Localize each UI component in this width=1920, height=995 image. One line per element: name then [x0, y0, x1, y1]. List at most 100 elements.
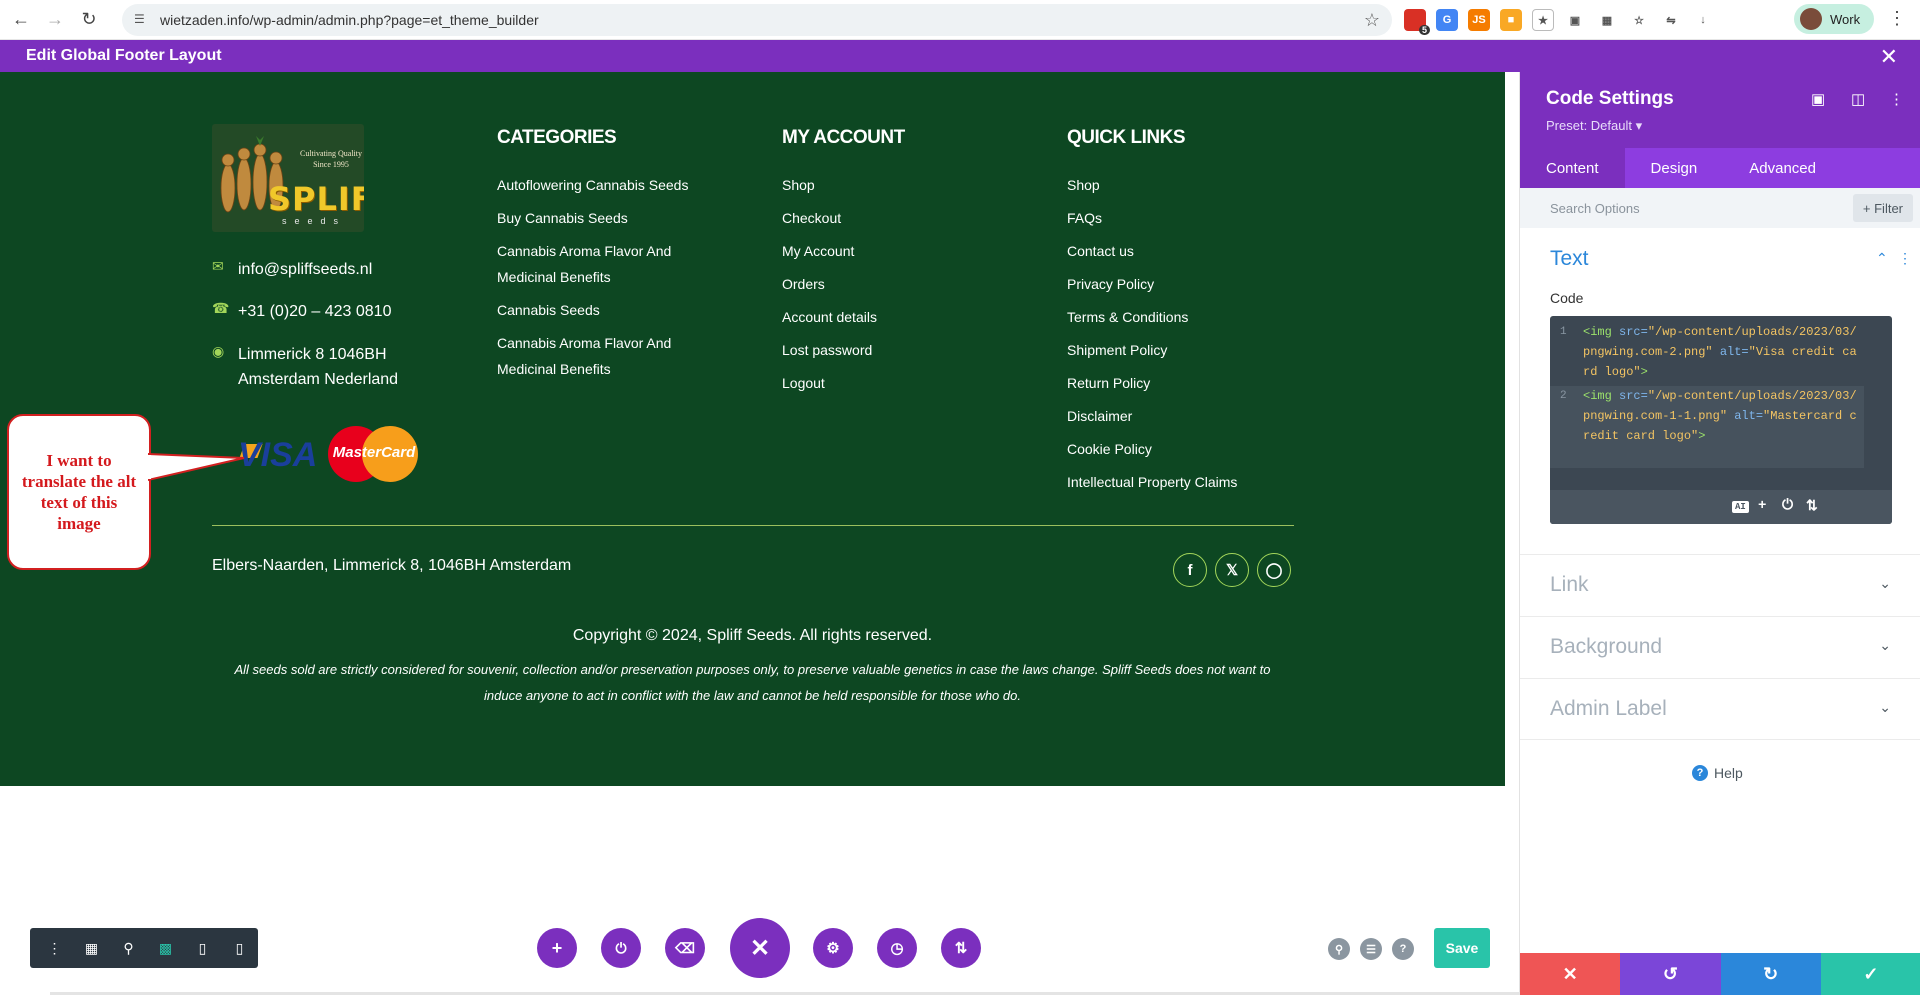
ai-icon[interactable]: AI — [1732, 498, 1749, 514]
save-button[interactable]: Save — [1434, 928, 1490, 968]
layers-icon[interactable]: ☰ — [1360, 938, 1382, 960]
footer-link[interactable]: Cannabis Aroma Flavor And Medicinal Bene… — [497, 238, 707, 290]
code-source[interactable]: <img src="/wp-content/uploads/2023/03/pn… — [1583, 386, 1861, 446]
more-options-icon[interactable]: ⋮ — [1889, 90, 1904, 108]
trash-icon[interactable]: ⌫ — [665, 928, 705, 968]
download-icon[interactable]: ↓ — [1692, 9, 1714, 31]
history-icon[interactable]: ◷ — [877, 928, 917, 968]
logo-tagline: Cultivating Quality Since 1995 — [300, 149, 362, 169]
translate-page-icon[interactable]: ⇋ — [1660, 9, 1682, 31]
settings-action-bar: ✕ ↺ ↻ ✓ — [1520, 953, 1920, 995]
toolbar-menu-icon[interactable]: ⋮ — [36, 928, 73, 968]
help-circle-icon[interactable]: ? — [1392, 938, 1414, 960]
wireframe-icon[interactable]: ▦ — [73, 928, 110, 968]
footer-link[interactable]: Contact us — [1067, 238, 1297, 264]
close-builder-icon[interactable]: ✕ — [1880, 44, 1898, 70]
footer-link[interactable]: Privacy Policy — [1067, 271, 1297, 297]
mastercard-logo[interactable]: MasterCard — [328, 426, 418, 482]
email-text[interactable]: info@spliffseeds.nl — [238, 257, 372, 282]
footer-link[interactable]: Autoflowering Cannabis Seeds — [497, 172, 707, 198]
help-link[interactable]: ? Help — [1692, 765, 1743, 781]
favorites-icon[interactable]: ☆ — [1628, 9, 1650, 31]
footer-link[interactable]: Buy Cannabis Seeds — [497, 205, 707, 231]
search-options-input[interactable]: Search Options + Filter — [1520, 188, 1920, 228]
chevron-down-icon[interactable]: ⌄ — [1879, 637, 1891, 654]
disable-button[interactable]: ⏻ — [601, 928, 641, 968]
reading-list-icon[interactable]: ▦ — [1596, 9, 1618, 31]
profile-chip[interactable]: Work — [1794, 4, 1874, 34]
extension-red-icon[interactable]: 5 — [1404, 9, 1430, 35]
footer-link[interactable]: FAQs — [1067, 205, 1297, 231]
footer-link[interactable]: Disclaimer — [1067, 403, 1297, 429]
bookmark-star-icon[interactable]: ☆ — [1364, 10, 1380, 31]
quick-links: Shop FAQs Contact us Privacy Policy Term… — [1067, 172, 1297, 502]
add-module-button[interactable]: + — [537, 928, 577, 968]
code-editor[interactable]: 1 <img src="/wp-content/uploads/2023/03/… — [1550, 316, 1892, 524]
redo-button[interactable]: ↻ — [1720, 953, 1821, 995]
footer-link[interactable]: Orders — [782, 271, 982, 297]
footer-link[interactable]: Cannabis Aroma Flavor And Medicinal Bene… — [497, 330, 707, 382]
facebook-icon[interactable]: f — [1173, 553, 1207, 587]
undo-button[interactable]: ↺ — [1620, 953, 1721, 995]
confirm-button[interactable]: ✓ — [1820, 953, 1920, 995]
chevron-up-icon[interactable]: ⌃ — [1876, 250, 1888, 267]
discard-button[interactable]: ✕ — [1520, 953, 1621, 995]
footer-link[interactable]: Account details — [782, 304, 982, 330]
chevron-down-icon[interactable]: ⌄ — [1879, 575, 1891, 592]
instagram-icon[interactable]: ◯ — [1257, 553, 1291, 587]
footer-link[interactable]: Shipment Policy — [1067, 337, 1297, 363]
section-admin-label[interactable]: Admin Label ⌄ — [1520, 678, 1920, 740]
search-icon[interactable]: ⚲ — [1328, 938, 1350, 960]
reload-icon[interactable]: ↻ — [76, 7, 102, 33]
section-text-heading[interactable]: Text — [1550, 247, 1589, 271]
forward-arrow-icon[interactable]: → — [42, 7, 68, 33]
visa-card-logo[interactable]: VISA — [238, 436, 317, 475]
footer-link[interactable]: My Account — [782, 238, 982, 264]
desktop-view-icon[interactable]: ▩ — [147, 928, 184, 968]
js-extension-icon[interactable]: JS — [1468, 9, 1490, 31]
footer-link[interactable]: Cannabis Seeds — [497, 297, 707, 323]
browser-menu-icon[interactable]: ⋮ — [1888, 8, 1906, 29]
payment-card-images[interactable]: VISA MasterCard — [238, 422, 418, 482]
filter-button[interactable]: + Filter — [1852, 194, 1913, 222]
plus-icon[interactable]: + — [1758, 498, 1766, 514]
logo[interactable]: Cultivating Quality Since 1995 SPLIFF se… — [212, 124, 364, 232]
tab-content[interactable]: Content — [1520, 148, 1625, 188]
footer-link[interactable]: Terms & Conditions — [1067, 304, 1297, 330]
code-source[interactable]: <img src="/wp-content/uploads/2023/03/pn… — [1583, 322, 1861, 382]
chevron-down-icon[interactable]: ⌄ — [1879, 699, 1891, 716]
preset-dropdown[interactable]: Preset: Default ▾ — [1546, 118, 1642, 134]
footer-link[interactable]: Cookie Policy — [1067, 436, 1297, 462]
address-bar[interactable]: ☰ wietzaden.info/wp-admin/admin.php?page… — [122, 4, 1392, 36]
zoom-icon[interactable]: ⚲ — [110, 928, 147, 968]
footer-link[interactable]: Shop — [782, 172, 982, 198]
phone-view-icon[interactable]: ▯ — [221, 928, 258, 968]
section-background[interactable]: Background ⌄ — [1520, 616, 1920, 678]
x-twitter-icon[interactable]: 𝕏 — [1215, 553, 1249, 587]
screenshot-icon[interactable]: ▣ — [1564, 9, 1586, 31]
translate-extension-icon[interactable]: G — [1436, 9, 1458, 31]
section-link[interactable]: Link ⌄ — [1520, 554, 1920, 616]
footer-link[interactable]: Intellectual Property Claims — [1067, 469, 1297, 495]
footer-link[interactable]: Logout — [782, 370, 982, 396]
gear-icon[interactable]: ⚙ — [813, 928, 853, 968]
colorpicker-extension-icon[interactable]: ■ — [1500, 9, 1522, 31]
back-arrow-icon[interactable]: ← — [8, 7, 34, 33]
phone-text[interactable]: +31 (0)20 – 423 0810 — [238, 299, 391, 324]
tab-advanced[interactable]: Advanced — [1723, 148, 1842, 188]
site-info-icon[interactable]: ☰ — [134, 12, 150, 28]
tab-design[interactable]: Design — [1625, 148, 1724, 188]
portability-icon[interactable]: ⇅ — [941, 928, 981, 968]
footer-link[interactable]: Return Policy — [1067, 370, 1297, 396]
tablet-view-icon[interactable]: ▯ — [184, 928, 221, 968]
power-icon[interactable]: ⏻ — [1782, 498, 1793, 514]
footer-link[interactable]: Checkout — [782, 205, 982, 231]
split-view-icon[interactable]: ◫ — [1851, 90, 1865, 108]
footer-link[interactable]: Lost password — [782, 337, 982, 363]
section-menu-icon[interactable]: ⋮ — [1898, 250, 1912, 267]
sort-arrows-icon[interactable]: ⇅ — [1806, 498, 1818, 515]
puzzle-extensions-icon[interactable]: ★ — [1532, 9, 1554, 31]
fullscreen-icon[interactable]: ▣ — [1811, 90, 1825, 108]
close-settings-button[interactable]: ✕ — [730, 918, 790, 978]
footer-link[interactable]: Shop — [1067, 172, 1297, 198]
